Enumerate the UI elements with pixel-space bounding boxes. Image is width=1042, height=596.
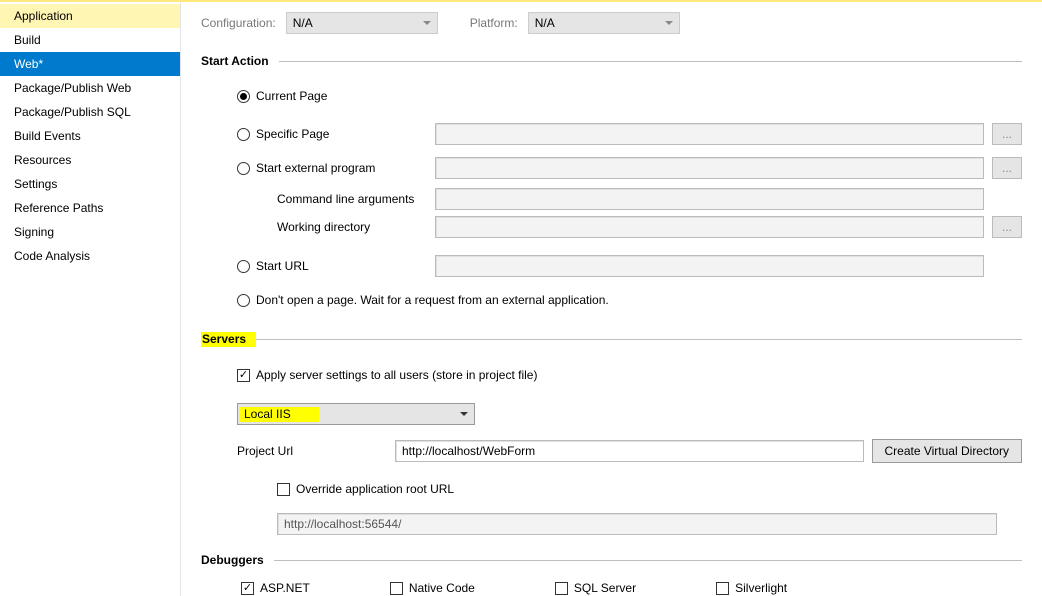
radio-dont-open-label: Don't open a page. Wait for a request fr… [256,293,609,307]
server-type-select[interactable]: Local IIS [237,403,475,425]
radio-external-program[interactable] [237,162,250,175]
radio-dont-open[interactable] [237,294,250,307]
cmd-args-input[interactable] [435,188,984,210]
radio-current-page[interactable] [237,90,250,103]
check-native-label: Native Code [409,581,475,595]
sidebar-item-code-analysis[interactable]: Code Analysis [0,244,180,268]
radio-specific-page-label: Specific Page [256,127,329,141]
project-url-input[interactable] [395,440,864,462]
create-virtual-directory-button[interactable]: Create Virtual Directory [872,439,1023,463]
check-override-root-label: Override application root URL [296,482,454,496]
check-apply-all[interactable] [237,369,250,382]
main-panel: Configuration: N/A Platform: N/A Start A… [181,2,1042,596]
platform-select[interactable]: N/A [528,12,680,34]
radio-start-url-label: Start URL [256,259,309,273]
check-native[interactable] [390,582,403,595]
check-silverlight[interactable] [716,582,729,595]
cmd-args-label: Command line arguments [277,192,427,206]
check-sql[interactable] [555,582,568,595]
check-aspnet-label: ASP.NET [260,581,310,595]
check-aspnet[interactable] [241,582,254,595]
section-start-action: Start Action [201,54,279,68]
root-url-input[interactable] [277,513,997,535]
sidebar-item-signing[interactable]: Signing [0,220,180,244]
chevron-down-icon [665,21,673,29]
project-url-label: Project Url [237,444,387,458]
sidebar-item-web[interactable]: Web* [0,52,180,76]
configuration-select[interactable]: N/A [286,12,438,34]
start-url-input[interactable] [435,255,984,277]
browse-specific-page[interactable]: ... [992,123,1022,145]
external-program-input[interactable] [435,157,984,179]
section-servers: Servers [201,332,256,347]
check-override-root[interactable] [277,483,290,496]
sidebar-item-settings[interactable]: Settings [0,172,180,196]
sidebar-item-package-publish-web[interactable]: Package/Publish Web [0,76,180,100]
chevron-down-icon [460,412,468,420]
radio-current-page-label: Current Page [256,89,327,103]
working-dir-label: Working directory [277,220,427,234]
server-type-value: Local IIS [239,407,319,422]
check-silverlight-label: Silverlight [735,581,787,595]
chevron-down-icon [423,21,431,29]
radio-start-url[interactable] [237,260,250,273]
browse-external-program[interactable]: ... [992,157,1022,179]
sidebar-item-package-publish-sql[interactable]: Package/Publish SQL [0,100,180,124]
sidebar-item-reference-paths[interactable]: Reference Paths [0,196,180,220]
sidebar-item-build[interactable]: Build [0,28,180,52]
sidebar-item-application[interactable]: Application [0,4,180,28]
specific-page-input[interactable] [435,123,984,145]
sidebar-item-resources[interactable]: Resources [0,148,180,172]
radio-external-program-label: Start external program [256,161,375,175]
radio-specific-page[interactable] [237,128,250,141]
working-dir-input[interactable] [435,216,984,238]
configuration-label: Configuration: [201,16,276,30]
check-sql-label: SQL Server [574,581,636,595]
check-apply-all-label: Apply server settings to all users (stor… [256,368,537,382]
section-debuggers: Debuggers [201,553,274,567]
sidebar-item-build-events[interactable]: Build Events [0,124,180,148]
sidebar: Application Build Web* Package/Publish W… [0,2,181,596]
browse-working-dir[interactable]: ... [992,216,1022,238]
platform-label: Platform: [470,16,518,30]
